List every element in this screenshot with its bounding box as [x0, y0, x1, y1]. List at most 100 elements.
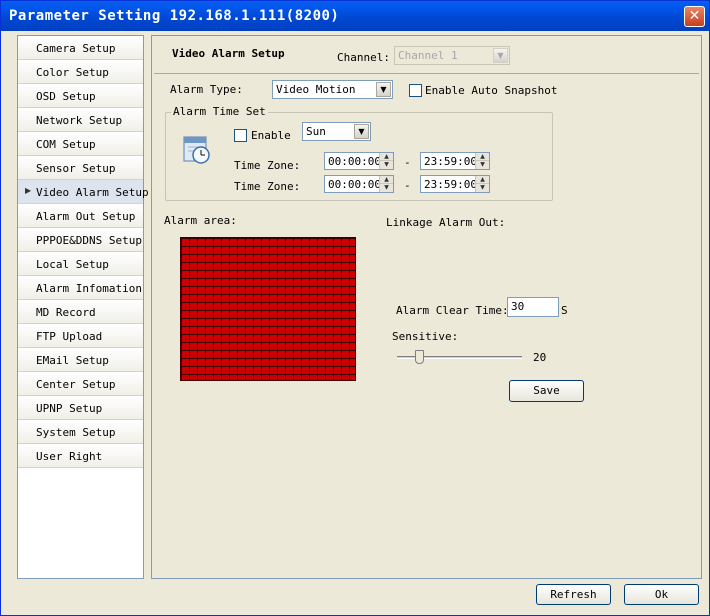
schedule-clock-icon: [183, 136, 210, 164]
sidebar-item-sensor-setup[interactable]: Sensor Setup: [18, 156, 143, 180]
zone-1-separator: -: [404, 156, 411, 169]
header-divider: [154, 73, 699, 74]
alarm-type-value: Video Motion: [276, 83, 356, 96]
video-alarm-panel: Video Alarm Setup Channel: Channel 1 ▼ A…: [151, 35, 702, 579]
sidebar-item-label: Center Setup: [36, 378, 116, 391]
linkage-alarm-label: Linkage Alarm Out:: [386, 216, 506, 229]
page-title: Video Alarm Setup: [172, 47, 285, 60]
sidebar-item-user-right[interactable]: User Right: [18, 444, 143, 468]
save-button-label: Save: [533, 384, 560, 397]
ok-button[interactable]: Ok: [624, 584, 699, 605]
sidebar-item-color-setup[interactable]: Color Setup: [18, 60, 143, 84]
refresh-button-label: Refresh: [550, 588, 597, 601]
zone-1-end-value: 23:59:00: [424, 155, 477, 168]
day-select[interactable]: Sun ▼: [302, 122, 371, 141]
channel-value: Channel 1: [398, 49, 458, 62]
sidebar-item-label: EMail Setup: [36, 354, 109, 367]
spin-up-icon[interactable]: ▲: [380, 153, 393, 161]
alarm-time-group-title: Alarm Time Set: [171, 105, 268, 118]
spin-down-icon[interactable]: ▼: [380, 161, 393, 169]
channel-select[interactable]: Channel 1 ▼: [394, 46, 510, 65]
spin-up-icon[interactable]: ▲: [476, 176, 489, 184]
sidebar-item-label: Video Alarm Setup: [36, 186, 149, 199]
sidebar-item-alarm-infomation[interactable]: Alarm Infomation: [18, 276, 143, 300]
enable-time-label: Enable: [251, 129, 291, 142]
chevron-down-icon: ▼: [493, 48, 508, 63]
auto-snapshot-checkbox[interactable]: [409, 84, 422, 97]
sensitive-label: Sensitive:: [392, 330, 459, 343]
clear-time-input[interactable]: 30: [507, 297, 559, 317]
sidebar-item-pppoe-ddns-setup[interactable]: PPPOE&DDNS Setup: [18, 228, 143, 252]
sidebar-item-label: Network Setup: [36, 114, 123, 127]
sidebar-item-alarm-out-setup[interactable]: Alarm Out Setup: [18, 204, 143, 228]
zone-1-start-input[interactable]: 00:00:00 ▲ ▼: [324, 152, 394, 170]
sidebar-item-label: Sensor Setup: [36, 162, 116, 175]
settings-sidebar: Camera Setup Color Setup OSD Setup Netwo…: [17, 35, 149, 579]
sidebar-item-center-setup[interactable]: Center Setup: [18, 372, 143, 396]
sidebar-item-label: COM Setup: [36, 138, 96, 151]
spin-down-icon[interactable]: ▼: [476, 161, 489, 169]
title-bar[interactable]: Parameter Setting 192.168.1.111(8200) ✕: [1, 1, 709, 31]
time-spinner[interactable]: ▲ ▼: [475, 176, 489, 192]
sensitive-value: 20: [533, 351, 547, 364]
enable-time-checkbox[interactable]: [234, 129, 247, 142]
sidebar-item-label: System Setup: [36, 426, 116, 439]
time-zone-label: Time Zone:: [234, 180, 301, 193]
sidebar-item-osd-setup[interactable]: OSD Setup: [18, 84, 143, 108]
auto-snapshot-label: Enable Auto Snapshot: [425, 84, 558, 97]
chevron-down-icon: ▼: [376, 82, 391, 97]
sidebar-item-email-setup[interactable]: EMail Setup: [18, 348, 143, 372]
zone-1-end-input[interactable]: 23:59:00 ▲ ▼: [420, 152, 490, 170]
spin-up-icon[interactable]: ▲: [380, 176, 393, 184]
clear-time-unit: S: [561, 304, 568, 317]
zone-2-start-input[interactable]: 00:00:00 ▲ ▼: [324, 175, 394, 193]
spin-down-icon[interactable]: ▼: [380, 184, 393, 192]
spin-up-icon[interactable]: ▲: [476, 153, 489, 161]
sidebar-item-label: Local Setup: [36, 258, 109, 271]
clear-time-label: Alarm Clear Time:: [396, 304, 509, 317]
zone-2-start-value: 00:00:00: [328, 178, 381, 191]
sidebar-item-video-alarm-setup[interactable]: ▶ Video Alarm Setup: [18, 180, 149, 204]
sidebar-item-local-setup[interactable]: Local Setup: [18, 252, 143, 276]
sidebar-item-upnp-setup[interactable]: UPNP Setup: [18, 396, 143, 420]
sidebar-item-camera-setup[interactable]: Camera Setup: [18, 36, 143, 60]
sidebar-item-network-setup[interactable]: Network Setup: [18, 108, 143, 132]
sidebar-item-com-setup[interactable]: COM Setup: [18, 132, 143, 156]
spin-down-icon[interactable]: ▼: [476, 184, 489, 192]
alarm-area-label: Alarm area:: [164, 214, 237, 227]
sidebar-item-label: MD Record: [36, 306, 96, 319]
sensitive-slider-thumb[interactable]: [415, 350, 424, 364]
alarm-type-label: Alarm Type:: [170, 83, 243, 96]
sidebar-item-label: Alarm Infomation: [36, 282, 142, 295]
parameter-setting-window: Parameter Setting 192.168.1.111(8200) ✕ …: [0, 0, 710, 616]
sidebar-item-md-record[interactable]: MD Record: [18, 300, 143, 324]
sidebar-item-label: Alarm Out Setup: [36, 210, 136, 223]
time-spinner[interactable]: ▲ ▼: [379, 176, 393, 192]
time-zone-label: Time Zone:: [234, 159, 301, 172]
zone-2-end-value: 23:59:00: [424, 178, 477, 191]
close-icon: ✕: [688, 8, 701, 24]
window-title: Parameter Setting 192.168.1.111(8200): [9, 8, 340, 24]
sidebar-item-label: User Right: [36, 450, 103, 463]
time-spinner[interactable]: ▲ ▼: [379, 153, 393, 169]
sidebar-item-label: Camera Setup: [36, 42, 116, 55]
zone-2-separator: -: [404, 179, 411, 192]
sidebar-item-label: OSD Setup: [36, 90, 96, 103]
sidebar-item-label: FTP Upload: [36, 330, 103, 343]
close-button[interactable]: ✕: [684, 6, 705, 27]
sidebar-item-ftp-upload[interactable]: FTP Upload: [18, 324, 143, 348]
zone-2-end-input[interactable]: 23:59:00 ▲ ▼: [420, 175, 490, 193]
sidebar-item-label: PPPOE&DDNS Setup: [36, 234, 142, 247]
sidebar-item-label: Color Setup: [36, 66, 109, 79]
ok-button-label: Ok: [654, 588, 669, 601]
alarm-type-select[interactable]: Video Motion ▼: [272, 80, 393, 99]
day-value: Sun: [306, 125, 326, 138]
chevron-down-icon: ▼: [354, 124, 369, 139]
zone-1-start-value: 00:00:00: [328, 155, 381, 168]
refresh-button[interactable]: Refresh: [536, 584, 611, 605]
sidebar-item-system-setup[interactable]: System Setup: [18, 420, 143, 444]
time-spinner[interactable]: ▲ ▼: [475, 153, 489, 169]
alarm-area-grid[interactable]: [180, 237, 356, 381]
channel-label: Channel:: [337, 51, 390, 64]
save-button[interactable]: Save: [509, 380, 584, 402]
